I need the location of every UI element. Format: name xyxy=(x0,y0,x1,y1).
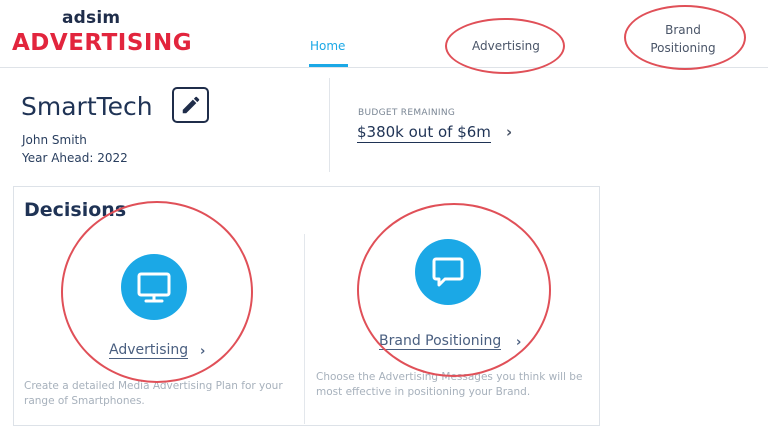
nav-brand-line2: Positioning xyxy=(650,41,716,55)
logo-wordmark[interactable]: ADVERTISING xyxy=(12,30,192,56)
budget-value-link[interactable]: $380k out of $6m xyxy=(357,123,491,143)
advertising-card-link[interactable]: Advertising xyxy=(109,342,189,359)
decisions-title: Decisions xyxy=(24,199,127,221)
brand-positioning-icon-button[interactable] xyxy=(415,239,481,305)
logo-small-text: adsim xyxy=(62,8,121,28)
chevron-right-icon[interactable]: › xyxy=(516,335,521,350)
nav-advertising[interactable]: Advertising xyxy=(472,39,540,53)
company-name: SmartTech xyxy=(21,92,153,121)
brand-positioning-card-link[interactable]: Brand Positioning xyxy=(379,333,502,350)
year-ahead: Year Ahead: 2022 xyxy=(22,151,128,165)
advertising-card-description: Create a detailed Media Advertising Plan… xyxy=(24,380,283,407)
advertising-icon-button[interactable] xyxy=(121,254,187,320)
user-name: John Smith xyxy=(22,133,87,147)
chat-bubble-icon xyxy=(432,257,464,287)
monitor-icon xyxy=(137,272,171,303)
nav-brand-positioning[interactable]: Brand Positioning xyxy=(646,21,720,57)
header-vertical-divider xyxy=(329,78,330,172)
header-divider xyxy=(0,67,768,68)
chevron-right-icon[interactable]: › xyxy=(506,123,512,141)
pencil-icon xyxy=(182,96,200,114)
budget-label: BUDGET REMAINING xyxy=(358,108,456,118)
edit-company-button[interactable] xyxy=(172,87,209,123)
nav-brand-line1: Brand xyxy=(665,23,701,37)
nav-home[interactable]: Home xyxy=(310,39,345,53)
chevron-right-icon[interactable]: › xyxy=(200,344,205,359)
brand-positioning-card-description: Choose the Advertising Messages you thin… xyxy=(316,371,583,398)
panel-divider xyxy=(304,234,305,424)
